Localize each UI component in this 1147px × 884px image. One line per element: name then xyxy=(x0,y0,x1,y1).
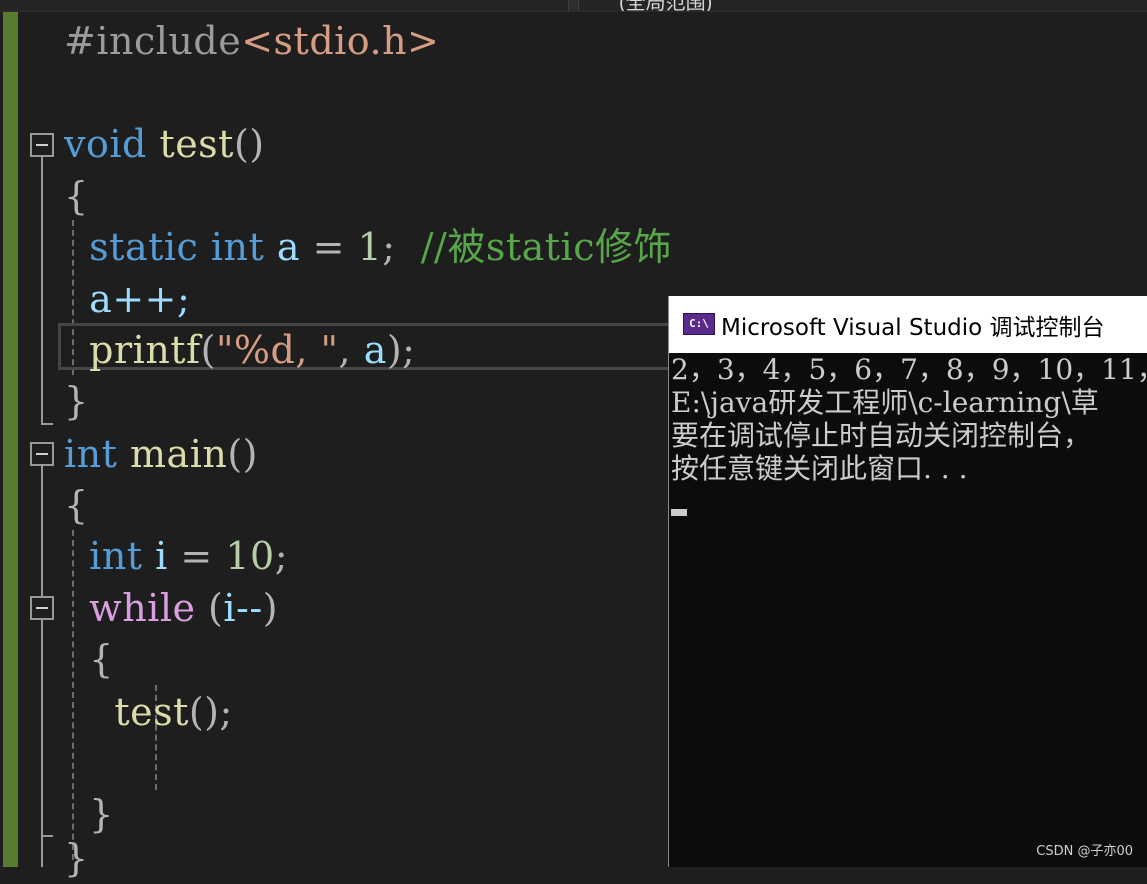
keyword-int: int xyxy=(210,225,265,269)
open-brace: { xyxy=(89,637,114,681)
code-line-include[interactable]: #include<stdio.h> xyxy=(64,15,439,67)
code-line-static-decl[interactable]: static int a = 1; //被static修饰 xyxy=(64,221,672,273)
paren-close: ); xyxy=(386,328,416,372)
include-directive: #include xyxy=(64,19,242,63)
assign-op: = xyxy=(300,225,358,269)
code-line-test-close-brace[interactable]: } xyxy=(64,375,89,427)
semicolon: ; xyxy=(382,225,396,269)
call-parens: (); xyxy=(188,690,233,734)
collapse-main-function-icon[interactable] xyxy=(30,442,54,466)
console-output-line: 按任意键关闭此窗口. . . xyxy=(671,452,968,485)
function-name-printf: printf xyxy=(89,328,201,372)
function-name-main: main xyxy=(130,432,228,476)
variable-a: a xyxy=(276,225,301,269)
debug-console-window[interactable]: C:\ Microsoft Visual Studio 调试控制台 2，3，4，… xyxy=(668,296,1147,867)
parens: () xyxy=(227,432,258,476)
close-brace: } xyxy=(89,792,114,836)
code-line-main-close-brace[interactable]: } xyxy=(64,832,89,884)
watermark: CSDN @子亦00 xyxy=(1036,844,1133,859)
open-brace: { xyxy=(64,483,89,527)
close-brace: } xyxy=(64,379,89,423)
paren-open: ( xyxy=(195,586,224,630)
close-brace: } xyxy=(64,836,89,880)
open-brace: { xyxy=(64,174,89,218)
parens: () xyxy=(233,122,265,166)
increment-statement: a++; xyxy=(89,277,191,321)
paren-open: ( xyxy=(200,328,216,372)
code-line-printf[interactable]: printf("%d, ", a); xyxy=(64,324,415,376)
fold-end-main xyxy=(41,835,53,837)
fold-end-test xyxy=(41,423,53,425)
console-titlebar[interactable]: C:\ Microsoft Visual Studio 调试控制台 xyxy=(669,296,1147,353)
code-line-int-i[interactable]: int i = 10; xyxy=(64,530,288,582)
scope-dropdown[interactable]: (全局范围) xyxy=(578,0,1147,11)
code-comment: //被static修饰 xyxy=(420,225,672,269)
project-dropdown[interactable] xyxy=(0,0,569,11)
margin-gap xyxy=(18,12,24,867)
code-line-main-open-brace[interactable]: { xyxy=(64,479,89,531)
console-output-line: 要在调试停止时自动关闭控制台， xyxy=(671,419,1092,452)
console-output-line: 2，3，4，5，6，7，8，9，10，11， xyxy=(671,353,1147,386)
paren-close: ) xyxy=(262,586,279,630)
console-title: Microsoft Visual Studio 调试控制台 xyxy=(721,315,1105,341)
assign-op: = xyxy=(167,534,226,578)
fold-line-test xyxy=(41,157,43,424)
include-file: <stdio.h> xyxy=(241,19,440,63)
keyword-void: void xyxy=(64,122,147,166)
collapse-test-function-icon[interactable] xyxy=(30,133,54,157)
number-literal: 10 xyxy=(225,534,275,578)
code-line-test-open-brace[interactable]: { xyxy=(64,170,89,222)
editor-top-bar: (全局范围) xyxy=(0,0,1147,12)
function-name-test: test xyxy=(159,122,234,166)
code-line-while-open-brace[interactable]: { xyxy=(64,633,114,685)
while-condition: i-- xyxy=(223,586,263,630)
semicolon: ; xyxy=(274,534,288,578)
variable-i: i xyxy=(155,534,168,578)
console-app-icon: C:\ xyxy=(683,313,715,335)
collapse-while-block-icon[interactable] xyxy=(30,596,54,620)
code-line-increment[interactable]: a++; xyxy=(64,273,190,325)
keyword-static: static xyxy=(89,225,199,269)
change-tracking-bar xyxy=(3,12,18,867)
fold-line-main xyxy=(41,466,43,867)
console-output-line: E:\java研发工程师\c-learning\草 xyxy=(671,386,1099,419)
code-line-call-test[interactable]: test(); xyxy=(64,686,233,738)
keyword-int: int xyxy=(89,534,143,578)
scope-dropdown-label: (全局范围) xyxy=(619,0,713,11)
console-cursor xyxy=(671,509,687,516)
number-literal: 1 xyxy=(357,225,383,269)
keyword-while: while xyxy=(89,586,196,630)
format-string: "%d, " xyxy=(215,328,339,372)
code-line-test-signature[interactable]: void test() xyxy=(64,118,265,170)
code-line-main-signature[interactable]: int main() xyxy=(64,428,258,480)
variable-a: a xyxy=(363,328,387,372)
comma: , xyxy=(338,328,364,372)
keyword-int: int xyxy=(64,432,118,476)
function-call-test: test xyxy=(114,690,189,734)
code-line-while[interactable]: while (i--) xyxy=(64,582,278,634)
